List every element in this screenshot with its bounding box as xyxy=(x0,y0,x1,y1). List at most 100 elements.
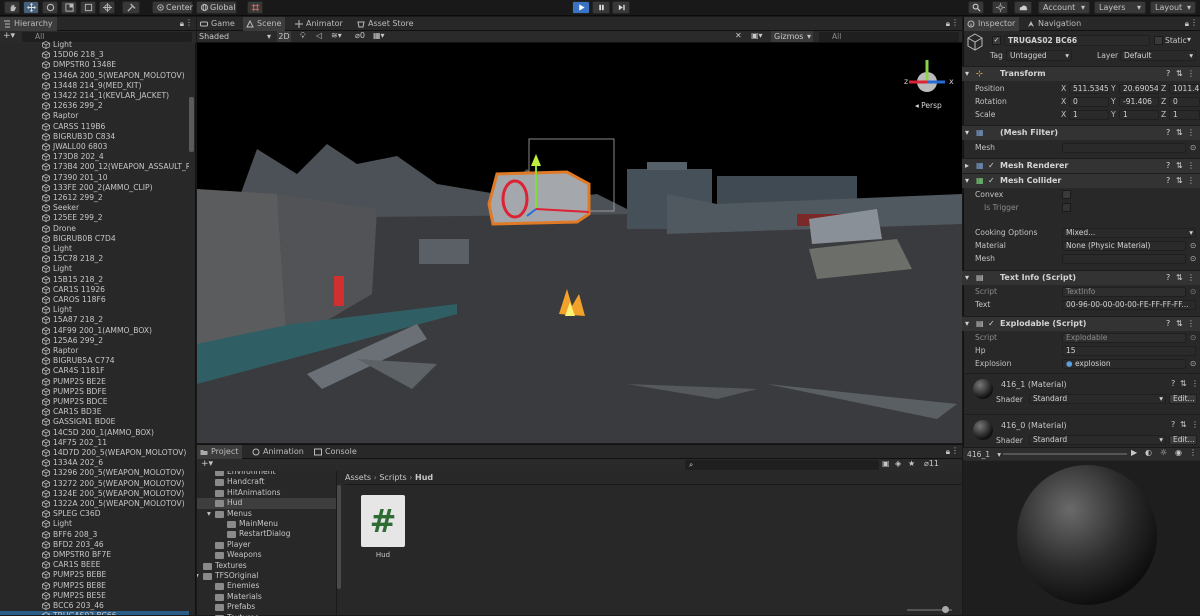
kebab-menu-icon[interactable]: ⋮ xyxy=(1187,159,1195,173)
hierarchy-item[interactable]: JWALL00 6803 xyxy=(0,142,189,152)
mesh-renderer-header[interactable]: ▸ ▦ ✓ Mesh Renderer ? ⇅ ⋮ xyxy=(962,158,1200,173)
pivot-center-toggle[interactable]: Center xyxy=(152,1,193,14)
static-dropdown-icon[interactable]: ▾ xyxy=(1187,35,1191,44)
hierarchy-item[interactable]: 125EE 299_2 xyxy=(0,213,189,223)
collab-button[interactable] xyxy=(992,1,1008,14)
custom-tool-button[interactable] xyxy=(122,1,140,14)
play-icon[interactable]: ▶ xyxy=(1131,448,1137,457)
kebab-menu-icon[interactable]: ⋮ xyxy=(1190,18,1198,27)
grid-icon[interactable]: ▦▾ xyxy=(373,31,385,40)
tab-asset-store[interactable]: Asset Store xyxy=(354,17,418,31)
tab-animator[interactable]: Animator xyxy=(292,17,347,31)
hierarchy-item[interactable]: 1346A 200_5(WEAPON_MOLOTOV) xyxy=(0,71,189,81)
preview-settings-icon[interactable]: ◉ xyxy=(1175,448,1182,457)
scale-tool-button[interactable] xyxy=(61,1,77,14)
hierarchy-item[interactable]: 15C78 218_2 xyxy=(0,254,189,264)
large-preview-sphere[interactable] xyxy=(1017,465,1157,605)
filter-type-icon[interactable]: ▣ xyxy=(882,459,890,468)
convex-checkbox[interactable] xyxy=(1062,190,1071,199)
lighting-icon[interactable]: 💡︎ xyxy=(300,31,306,41)
hierarchy-item[interactable]: CAR1S BD3E xyxy=(0,407,189,417)
hierarchy-item[interactable]: 14C5D 200_1(AMMO_BOX) xyxy=(0,428,189,438)
hierarchy-item[interactable]: 15D06 218_3 xyxy=(0,50,189,60)
hierarchy-item[interactable]: PUMP2S BDCE xyxy=(0,397,189,407)
transform-tool-button[interactable] xyxy=(99,1,115,14)
project-folder-item[interactable]: Player xyxy=(197,540,336,550)
step-button[interactable] xyxy=(612,1,630,14)
hierarchy-item[interactable]: Light xyxy=(0,264,189,274)
kebab-menu-icon[interactable]: ⋮ xyxy=(1191,420,1199,429)
effects-icon[interactable]: ≋▾ xyxy=(331,31,342,40)
rotation-x-field[interactable]: 0 xyxy=(1069,97,1109,107)
presets-icon[interactable]: ⇅ xyxy=(1180,379,1187,388)
tab-console[interactable]: Console xyxy=(311,445,361,459)
foldout-arrow-icon[interactable]: ▾ xyxy=(207,613,211,616)
hierarchy-item[interactable]: TRUGAS02 BC66 xyxy=(0,611,189,615)
cloud-button[interactable] xyxy=(1014,1,1032,14)
rotate-tool-button[interactable] xyxy=(42,1,58,14)
project-folder-item[interactable]: Weapons xyxy=(197,550,336,560)
hierarchy-item[interactable]: BCC6 203_46 xyxy=(0,601,189,611)
scale-x-field[interactable]: 1 xyxy=(1069,110,1109,120)
hierarchy-item[interactable]: PUMP2S BDFE xyxy=(0,387,189,397)
hidden-packages-icon[interactable]: ⌀11 xyxy=(924,459,939,468)
lock-icon[interactable]: 🔒︎ xyxy=(946,447,950,457)
hierarchy-item[interactable]: 12636 299_2 xyxy=(0,101,189,111)
tag-dropdown[interactable]: Untagged ▾ xyxy=(1006,50,1072,61)
camera-icon[interactable]: ▣▾ xyxy=(751,31,763,40)
breadcrumb-hud[interactable]: Hud xyxy=(415,473,433,482)
hierarchy-item[interactable]: PUMP2S BEBE xyxy=(0,570,189,580)
hierarchy-item[interactable]: Light xyxy=(0,244,189,254)
filter-label-icon[interactable]: ◈ xyxy=(895,459,901,468)
hierarchy-item[interactable]: GASSIGN1 BD0E xyxy=(0,417,189,427)
project-folder-item[interactable]: Hud xyxy=(197,498,336,509)
hp-field[interactable]: 15 xyxy=(1062,346,1196,356)
explosion-field[interactable]: ● explosion xyxy=(1062,359,1186,369)
kebab-menu-icon[interactable]: ⋮ xyxy=(951,446,959,455)
presets-icon[interactable]: ⇅ xyxy=(1176,67,1183,81)
hierarchy-item[interactable]: Raptor xyxy=(0,111,189,121)
project-folder-item[interactable]: MainMenu xyxy=(197,519,336,529)
create-asset-button[interactable]: +▾ xyxy=(201,459,213,469)
edit-shader-button[interactable]: Edit... xyxy=(1169,435,1197,445)
audio-icon[interactable]: ◁ xyxy=(316,31,322,40)
tab-game[interactable]: Game xyxy=(197,17,239,31)
hierarchy-item[interactable]: Seeker xyxy=(0,203,189,213)
tab-animation[interactable]: Animation xyxy=(249,445,308,459)
shader-dropdown[interactable]: Standard ▾ xyxy=(1029,394,1166,404)
play-button[interactable] xyxy=(572,1,590,14)
cooking-options-dropdown[interactable]: Mixed... ▾ xyxy=(1062,228,1196,238)
hierarchy-item[interactable]: BIGRUB5A C774 xyxy=(0,356,189,366)
kebab-menu-icon[interactable]: ⋮ xyxy=(1189,448,1197,457)
presets-icon[interactable]: ⇅ xyxy=(1176,126,1183,140)
help-icon[interactable]: ? xyxy=(1171,420,1175,429)
layers-dropdown[interactable]: Layers ▾ xyxy=(1094,1,1146,14)
scale-z-field[interactable]: 1 xyxy=(1169,110,1200,120)
hierarchy-item[interactable]: 1322A 200_5(WEAPON_MOLOTOV) xyxy=(0,499,189,509)
hierarchy-item[interactable]: 14D7D 200_5(WEAPON_MOLOTOV) xyxy=(0,448,189,458)
mesh-filter-mesh-field[interactable] xyxy=(1062,143,1186,153)
tab-scene[interactable]: Scene xyxy=(243,17,286,31)
pause-button[interactable] xyxy=(592,1,610,14)
tab-navigation[interactable]: Navigation xyxy=(1024,17,1085,31)
project-folder-item[interactable]: Textures xyxy=(197,561,336,571)
hierarchy-item[interactable]: CAR4S 1181F xyxy=(0,366,189,376)
hierarchy-item[interactable]: PUMP2S BE5E xyxy=(0,591,189,601)
hierarchy-item[interactable]: DMPSTR0 1348E xyxy=(0,60,189,70)
layout-dropdown[interactable]: Layout ▾ xyxy=(1150,1,1196,14)
rotation-y-field[interactable]: -91.406 xyxy=(1119,97,1159,107)
kebab-menu-icon[interactable]: ⋮ xyxy=(1191,379,1199,388)
project-folder-item[interactable]: HitAnimations xyxy=(197,488,336,498)
hierarchy-scrollbar[interactable] xyxy=(189,97,194,152)
kebab-menu-icon[interactable]: ⋮ xyxy=(1187,126,1195,140)
object-picker-icon[interactable]: ⊙ xyxy=(1190,358,1196,370)
hierarchy-item[interactable]: 173B4 200_12(WEAPON_ASSAULT_R xyxy=(0,162,189,172)
active-checkbox[interactable]: ✓ xyxy=(992,36,1001,45)
2d-toggle[interactable]: 2D xyxy=(277,31,291,42)
hand-tool-button[interactable] xyxy=(4,1,20,14)
presets-icon[interactable]: ⇅ xyxy=(1180,420,1187,429)
icon-size-slider[interactable] xyxy=(907,606,952,613)
project-folder-item[interactable]: ▾ Menus xyxy=(197,509,336,519)
help-icon[interactable]: ? xyxy=(1171,379,1175,388)
account-dropdown[interactable]: Account ▾ xyxy=(1038,1,1090,14)
